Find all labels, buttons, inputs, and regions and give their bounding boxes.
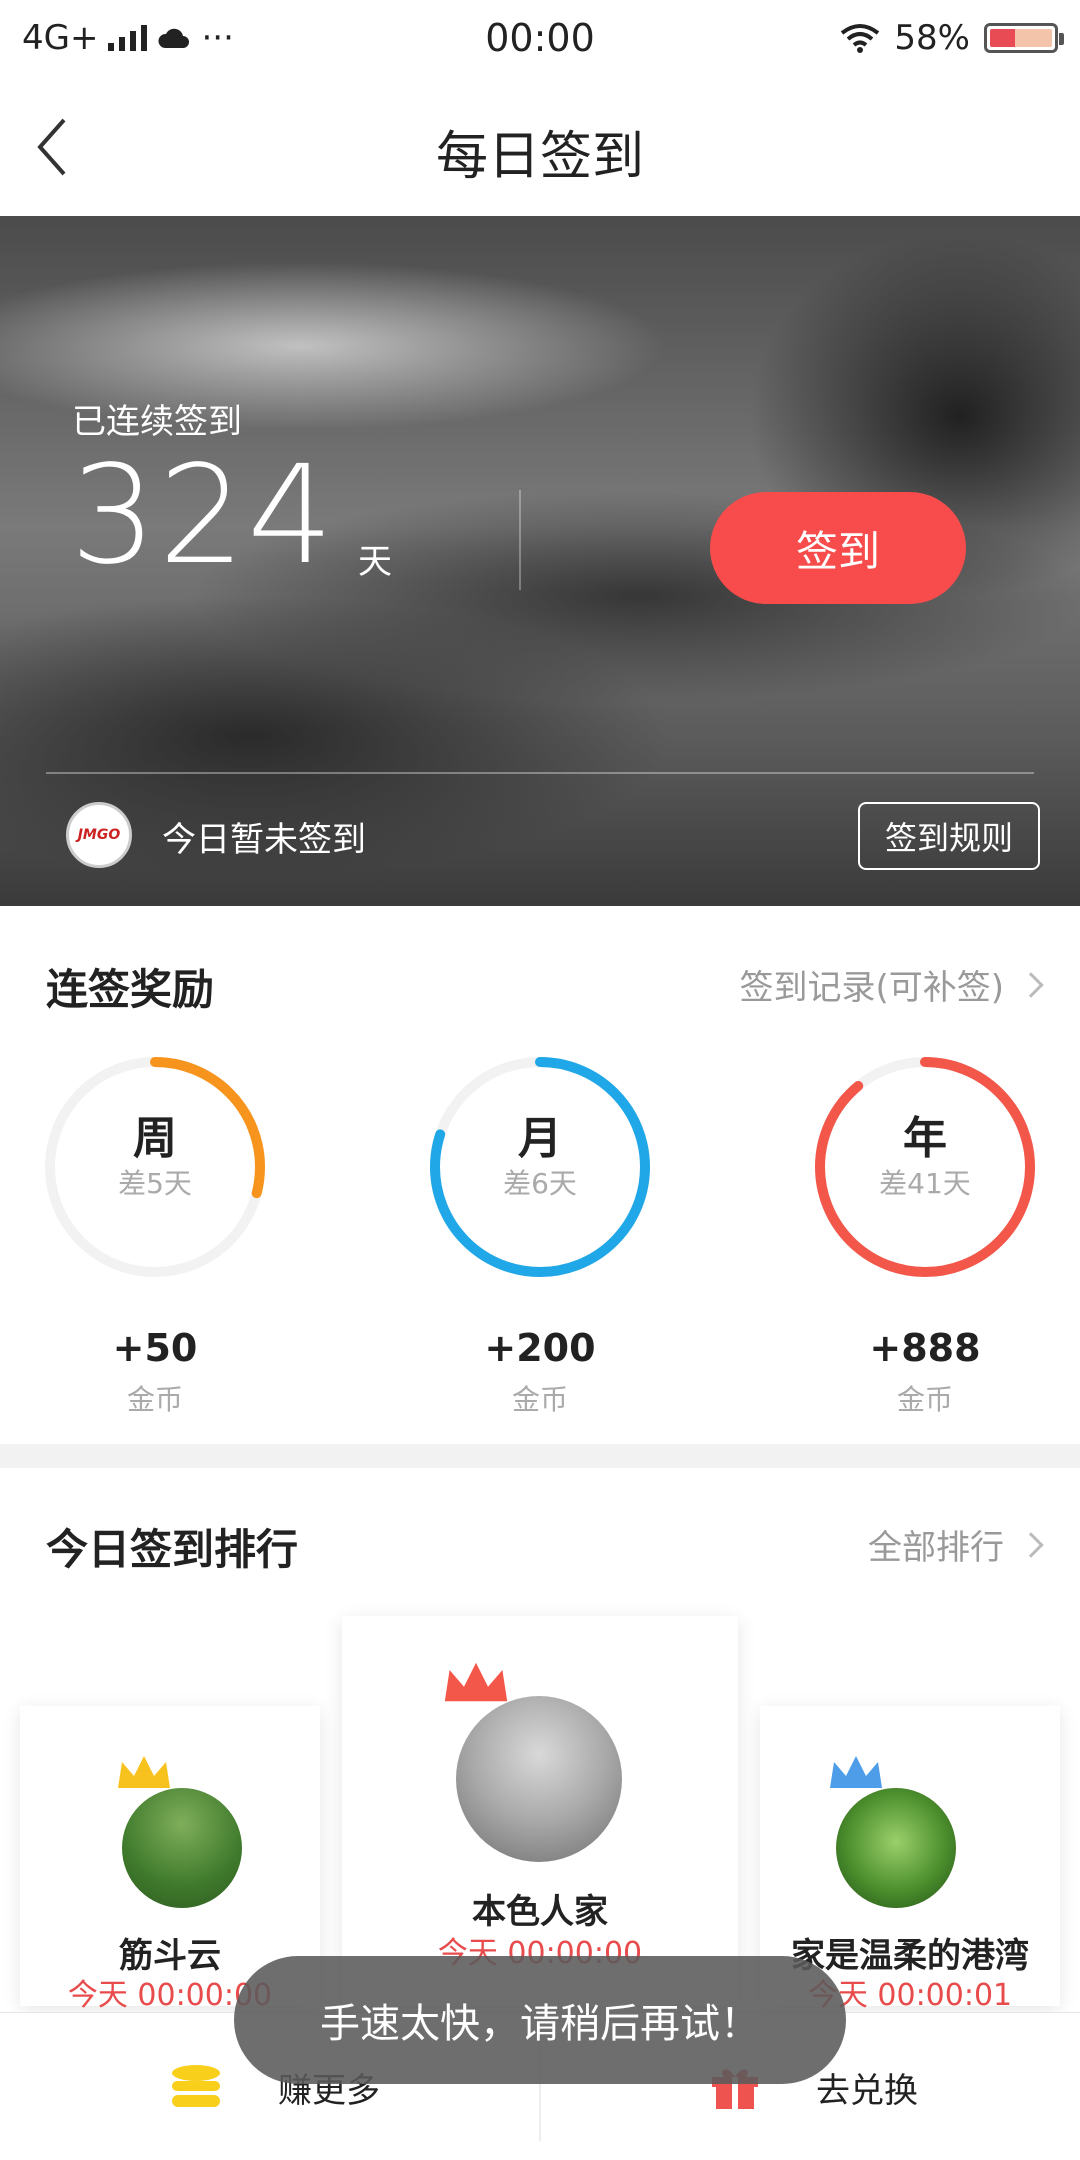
reward-remaining: 差5天 — [118, 1167, 192, 1200]
rank-card-first[interactable]: 本色人家 今天 00:00:00 — [342, 1616, 738, 2006]
reward-remaining: 差6天 — [503, 1167, 577, 1200]
crown-icon — [830, 1756, 882, 1788]
streak-unit: 天 — [358, 542, 392, 582]
rewards-title: 连签奖励 — [46, 965, 215, 1014]
reward-amount: +888 — [869, 1326, 981, 1370]
progress-ring: 周 差5天 — [40, 1052, 270, 1282]
avatar — [836, 1788, 956, 1908]
nav-bar: 每日签到 — [0, 76, 1080, 216]
signin-status: 今日暂未签到 — [162, 820, 366, 860]
reward-period: 年 — [903, 1113, 947, 1164]
reward-period: 月 — [518, 1113, 562, 1164]
crown-icon — [444, 1662, 508, 1702]
toast-message: 手速太快，请稍后再试！ — [234, 1956, 846, 2084]
reward-amount: +200 — [484, 1326, 596, 1370]
signin-hero: 已连续签到 324 天 签到 JMGO 今日暂未签到 签到规则 — [0, 216, 1080, 906]
avatar — [456, 1696, 622, 1862]
page-title: 每日签到 — [435, 127, 644, 187]
crown-icon — [118, 1756, 170, 1788]
coins-icon — [172, 2065, 220, 2107]
battery-icon — [984, 23, 1064, 53]
streak-rewards-section: 连签奖励 签到记录(可补签) 周 差5天 +50 金币 月 差6天 +200 金… — [0, 906, 1080, 1444]
reward-unit: 金币 — [511, 1383, 568, 1416]
reward-month: 月 差6天 +200 金币 — [425, 1052, 655, 1418]
status-time: 00:00 — [485, 16, 595, 60]
redeem-label: 去兑换 — [816, 2070, 918, 2111]
rank-name: 本色人家 — [472, 1892, 608, 1932]
brand-logo: JMGO — [66, 802, 132, 868]
hero-divider — [519, 490, 521, 590]
progress-ring: 年 差41天 — [810, 1052, 1040, 1282]
hero-separator — [46, 772, 1034, 774]
progress-ring: 月 差6天 — [425, 1052, 655, 1282]
daily-signin-page: 4G+ ··· 00:00 58% 每日签到 已连续签到 324 天 签到 JM… — [0, 0, 1080, 2160]
all-ranking-label: 全部排行 — [868, 1528, 1004, 1568]
reward-year: 年 差41天 +888 金币 — [810, 1052, 1040, 1418]
reward-week: 周 差5天 +50 金币 — [40, 1052, 270, 1418]
signin-record-link[interactable]: 签到记录(可补签) — [739, 960, 1044, 1009]
reward-unit: 金币 — [126, 1383, 183, 1416]
all-ranking-link[interactable]: 全部排行 — [868, 1520, 1044, 1569]
chevron-right-icon — [1018, 971, 1044, 998]
signin-rules-button[interactable]: 签到规则 — [858, 802, 1040, 870]
streak-label: 已连续签到 — [72, 402, 242, 442]
reward-period: 周 — [133, 1113, 177, 1164]
reward-remaining: 差41天 — [879, 1167, 971, 1200]
reward-unit: 金币 — [896, 1383, 953, 1416]
reward-amount: +50 — [112, 1326, 198, 1370]
chevron-right-icon — [1018, 1531, 1044, 1558]
signin-button[interactable]: 签到 — [710, 492, 966, 604]
ranking-title: 今日签到排行 — [46, 1525, 299, 1574]
streak-days: 324 — [70, 437, 336, 595]
avatar — [122, 1788, 242, 1908]
status-bar: 4G+ ··· 00:00 58% — [0, 0, 1080, 76]
signin-record-label: 签到记录(可补签) — [739, 968, 1004, 1008]
